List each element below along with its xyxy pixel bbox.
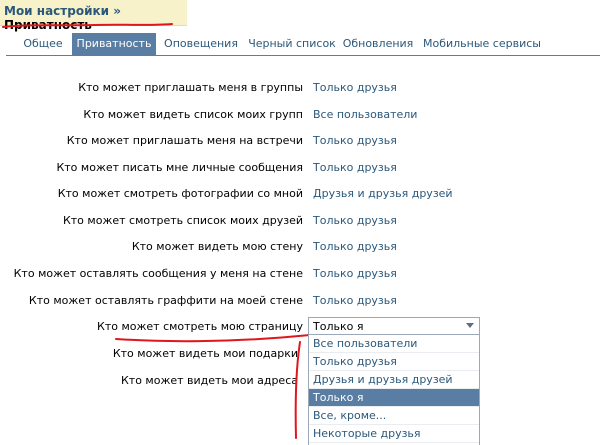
setting-label: Кто может видеть мои подарки (112, 347, 298, 360)
annotation-underline-view-page (115, 334, 311, 343)
setting-label: Кто может видеть список моих групп (83, 108, 303, 121)
breadcrumb-settings-link[interactable]: Мои настройки (4, 4, 109, 18)
annotation-bracket-options (294, 341, 301, 439)
tab-bar: Общее Приватность Оповещения Черный спис… (6, 33, 600, 56)
tab-mobile-services[interactable]: Мобильные сервисы (422, 33, 542, 55)
setting-value-link[interactable]: Только друзья (313, 294, 397, 307)
option-all-users[interactable]: Все пользователи (309, 335, 479, 353)
privacy-select-value: Только я (313, 320, 364, 333)
setting-row-friends-list: Кто может смотреть список моих друзей То… (0, 211, 600, 231)
tab-blacklist[interactable]: Черный список (246, 33, 338, 55)
breadcrumb-separator: » (113, 4, 121, 18)
tab-general[interactable]: Общее (18, 33, 68, 55)
setting-label: Кто может оставлять сообщения у меня на … (13, 267, 303, 280)
setting-label: Кто может смотреть фотографии со мной (57, 187, 303, 200)
setting-row-wall-posts: Кто может оставлять сообщения у меня на … (0, 264, 600, 284)
setting-label: Кто может оставлять граффити на моей сте… (28, 294, 303, 307)
setting-label: Кто может видеть мои адреса (120, 374, 298, 387)
option-all-except[interactable]: Все, кроме... (309, 407, 479, 425)
option-only-me[interactable]: Только я (309, 389, 479, 407)
privacy-select-options: Все пользователи Только друзья Друзья и … (308, 335, 480, 445)
tab-updates[interactable]: Обновления (340, 33, 416, 55)
chevron-down-icon[interactable] (466, 323, 474, 328)
setting-row-private-messages: Кто может писать мне личные сообщения То… (0, 158, 600, 178)
setting-label: Кто может писать мне личные сообщения (56, 161, 303, 174)
setting-row-invite-groups: Кто может приглашать меня в группы Тольк… (0, 78, 600, 98)
setting-value-link[interactable]: Только друзья (313, 161, 397, 174)
setting-value-link[interactable]: Друзья и друзья друзей (313, 187, 453, 200)
tab-notifications[interactable]: Оповещения (160, 33, 242, 55)
setting-value-link[interactable]: Только друзья (313, 214, 397, 227)
setting-row-tagged-photos: Кто может смотреть фотографии со мной Др… (0, 184, 600, 204)
setting-label: Кто может смотреть список моих друзей (62, 214, 303, 227)
tab-privacy[interactable]: Приватность (72, 33, 156, 56)
setting-value-link[interactable]: Только друзья (313, 240, 397, 253)
setting-value-link[interactable]: Только друзья (313, 267, 397, 280)
setting-value-link[interactable]: Все пользователи (313, 108, 417, 121)
option-some-friends[interactable]: Некоторые друзья (309, 425, 479, 443)
option-friends-only[interactable]: Только друзья (309, 353, 479, 371)
option-friends-of-friends[interactable]: Друзья и друзья друзей (309, 371, 479, 389)
setting-value-link[interactable]: Только друзья (313, 134, 397, 147)
annotation-underline-breadcrumb (2, 23, 173, 28)
setting-row-view-wall: Кто может видеть мою стену Только друзья (0, 237, 600, 257)
privacy-select[interactable]: Только я (308, 317, 480, 335)
setting-row-graffiti: Кто может оставлять граффити на моей сте… (0, 291, 600, 311)
setting-label: Кто может приглашать меня в группы (78, 81, 303, 94)
setting-row-invite-events: Кто может приглашать меня на встречи Тол… (0, 131, 600, 151)
setting-value-link[interactable]: Только друзья (313, 81, 397, 94)
setting-row-view-groups: Кто может видеть список моих групп Все п… (0, 105, 600, 125)
setting-label: Кто может приглашать меня на встречи (66, 134, 303, 147)
setting-label: Кто может видеть мою стену (131, 240, 303, 253)
